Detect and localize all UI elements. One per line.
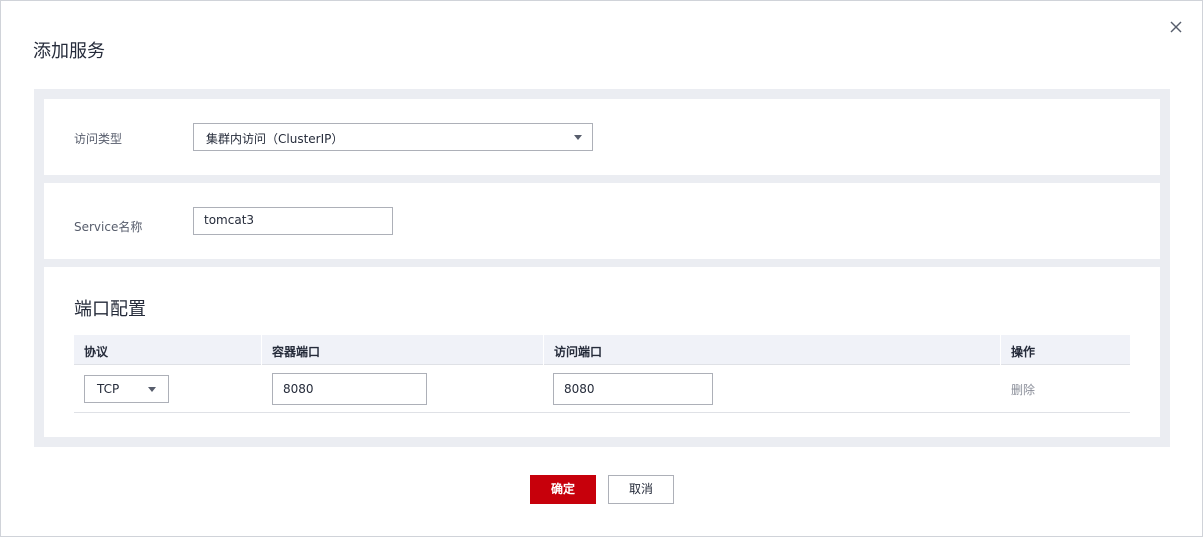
column-header-access-port: 访问端口 — [554, 345, 603, 359]
protocol-value: TCP — [97, 382, 120, 396]
access-type-select[interactable]: 集群内访问（ClusterIP） — [193, 123, 593, 151]
add-service-dialog: 添加服务 访问类型 集群内访问（ClusterIP） Service名称 tom… — [0, 0, 1203, 537]
column-header-action: 操作 — [1011, 345, 1036, 359]
table-row: TCP 8080 8080 删除 — [74, 365, 1130, 413]
column-header-protocol: 协议 — [84, 345, 109, 359]
port-config-title: 端口配置 — [74, 299, 146, 320]
protocol-select[interactable]: TCP — [84, 375, 169, 403]
container-port-input[interactable]: 8080 — [272, 373, 427, 405]
delete-row-link[interactable]: 删除 — [1011, 381, 1035, 398]
cancel-button[interactable]: 取消 — [608, 475, 674, 504]
access-type-label: 访问类型 — [74, 132, 123, 146]
column-divider — [261, 335, 262, 365]
access-type-card: 访问类型 集群内访问（ClusterIP） — [44, 99, 1160, 175]
chevron-down-icon — [148, 387, 156, 392]
service-name-input[interactable]: tomcat3 — [193, 207, 393, 235]
access-port-input[interactable]: 8080 — [553, 373, 713, 405]
confirm-button[interactable]: 确定 — [530, 475, 596, 504]
column-divider — [543, 335, 544, 365]
port-table: 协议 容器端口 访问端口 操作 TCP 8080 8080 删除 — [74, 335, 1130, 413]
column-divider — [1000, 335, 1001, 365]
chevron-down-icon — [574, 135, 582, 140]
dialog-title: 添加服务 — [33, 41, 105, 62]
close-icon[interactable] — [1167, 18, 1185, 36]
service-name-card: Service名称 tomcat3 — [44, 183, 1160, 259]
table-header: 协议 容器端口 访问端口 操作 — [74, 335, 1130, 365]
port-config-card: 端口配置 协议 容器端口 访问端口 操作 TCP 8080 8080 删除 — [44, 267, 1160, 437]
column-header-container-port: 容器端口 — [272, 345, 321, 359]
service-name-label: Service名称 — [74, 220, 143, 234]
form-content-area: 访问类型 集群内访问（ClusterIP） Service名称 tomcat3 … — [34, 89, 1170, 447]
access-type-value: 集群内访问（ClusterIP） — [206, 132, 344, 146]
